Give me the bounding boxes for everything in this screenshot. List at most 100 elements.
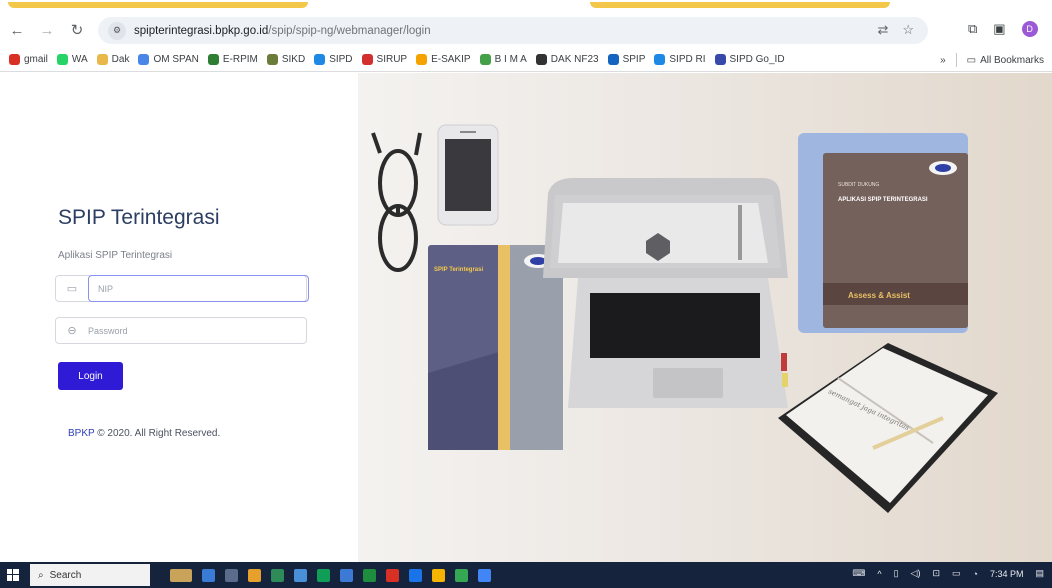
taskbar-app-icon[interactable] — [317, 568, 330, 582]
taskbar-app-icon[interactable] — [478, 568, 491, 582]
id-card-icon: ▭ — [66, 283, 78, 295]
bima-icon — [479, 54, 491, 65]
address-bar[interactable]: ⚙ spipterintegrasi.bpkp.go.id/spip/spip-… — [98, 17, 928, 44]
eyeglasses-icon — [371, 132, 422, 272]
bookmark-item[interactable]: DAK NF23 — [535, 54, 599, 65]
notification-icon[interactable]: ▤ — [1035, 568, 1044, 579]
taskbar-app-icon[interactable] — [340, 568, 353, 582]
laptop-icon — [543, 178, 788, 408]
bookmark-item[interactable]: SIPD Go_ID — [714, 54, 785, 65]
display-icon[interactable]: ▭ — [952, 568, 961, 579]
hero-illustration: SPIP Terintegrasi SUBDIT DUKUNG APLIKASI… — [358, 73, 1052, 562]
bookmark-item[interactable]: SPIP — [607, 54, 646, 65]
bookmark-item[interactable]: SIKD — [266, 54, 306, 65]
bookmark-item[interactable]: Dak — [96, 54, 130, 65]
gmail-icon — [9, 54, 20, 65]
bookmark-label: OM SPAN — [153, 54, 199, 65]
taskbar-search[interactable]: ⌕ Search — [30, 564, 150, 586]
bookmark-item[interactable]: SIPD RI — [654, 54, 706, 65]
taskbar-app-icon[interactable] — [432, 568, 445, 582]
folder-icon: ▭ — [966, 54, 977, 66]
taskbar-app-icon[interactable] — [271, 568, 284, 582]
battery-icon[interactable]: ▯ — [894, 568, 899, 579]
bookmark-label: E-RPIM — [222, 54, 258, 65]
bookmark-label: SPIP — [622, 54, 646, 65]
network-icon[interactable]: ⊡ — [932, 568, 940, 579]
taskbar-app-icon[interactable] — [170, 568, 192, 582]
chevron-up-icon[interactable]: ^ — [877, 569, 881, 579]
sipdgo-icon — [714, 54, 726, 65]
taskbar-app-icon[interactable] — [225, 568, 238, 582]
login-panel: SPIP Terintegrasi Aplikasi SPIP Terinteg… — [0, 73, 358, 562]
bookmark-label: gmail — [24, 54, 48, 65]
bookmark-label: SIKD — [281, 54, 306, 65]
windows-start-icon[interactable] — [0, 562, 26, 588]
bookmark-label: SIPD RI — [669, 54, 706, 65]
bookmark-item[interactable]: WA — [56, 54, 88, 65]
book-right: SUBDIT DUKUNG APLIKASI SPIP TERINTEGRASI… — [798, 133, 968, 333]
extensions-icon[interactable]: ⧉ — [968, 21, 977, 37]
bookmarks-overflow-icon[interactable]: » — [940, 55, 946, 66]
taskbar-app-icon[interactable] — [455, 568, 468, 582]
nip-input[interactable] — [98, 283, 298, 294]
bookmark-item[interactable]: OM SPAN — [138, 54, 199, 65]
clock[interactable]: 7:34 PM — [990, 569, 1024, 579]
url-text: spipterintegrasi.bpkp.go.id/spip/spip-ng… — [134, 25, 431, 37]
omspan-icon — [138, 54, 150, 65]
bookmark-item[interactable]: E-SAKIP — [416, 54, 471, 65]
tab-strip — [0, 0, 1052, 12]
taskbar-app-icon[interactable] — [386, 568, 399, 582]
esakip-icon — [416, 54, 428, 65]
book-right-title: APLIKASI SPIP TERINTEGRASI — [838, 197, 928, 203]
wifi-icon[interactable]: ◔ — [973, 569, 978, 579]
password-field: ⊖ — [55, 317, 307, 344]
keyboard-icon[interactable]: ⌨ — [852, 568, 865, 579]
taskbar-apps — [170, 568, 491, 582]
taskbar-app-icon[interactable] — [202, 568, 215, 582]
lock-icon: ⊖ — [67, 325, 77, 337]
bookmark-label: SIPD Go_ID — [729, 54, 785, 65]
taskbar-app-icon[interactable] — [294, 568, 307, 582]
url-domain: spipterintegrasi.bpkp.go.id — [134, 24, 269, 37]
sipdri-icon — [654, 54, 666, 65]
taskbar-app-icon[interactable] — [248, 568, 261, 582]
sirup-icon — [361, 54, 373, 65]
reload-icon[interactable]: ↻ — [64, 17, 90, 43]
copyright-body: © 2020. All Right Reserved. — [94, 428, 221, 439]
volume-icon[interactable]: ◁) — [911, 568, 921, 579]
all-bookmarks[interactable]: All Bookmarks — [980, 55, 1044, 66]
bookmark-label: E-SAKIP — [431, 54, 471, 65]
bookmark-item[interactable]: gmail — [9, 54, 48, 65]
copyright-brand[interactable]: BPKP — [68, 428, 95, 439]
password-input[interactable] — [88, 325, 288, 336]
page-title: SPIP Terintegrasi — [58, 206, 220, 229]
bookmark-label: WA — [71, 54, 88, 65]
book-right-banner: Assess & Assist — [848, 291, 910, 300]
bookmark-label: DAK NF23 — [550, 54, 599, 65]
bookmark-label: B I M A — [494, 54, 527, 65]
tune-icon[interactable]: ⚙ — [108, 21, 126, 40]
bookmark-item[interactable]: E-RPIM — [207, 54, 258, 65]
taskbar-app-icon[interactable] — [409, 568, 422, 582]
system-tray: ⌨ ^ ▯ ◁) ⊡ ▭ ◔ 7:34 PM ▤ — [852, 568, 1044, 579]
bookmark-item[interactable]: B I M A — [479, 54, 527, 65]
bookmark-item[interactable]: SIPD — [314, 54, 353, 65]
login-button[interactable]: Login — [58, 362, 123, 390]
book-left: SPIP Terintegrasi — [428, 245, 563, 450]
nip-input-box[interactable] — [88, 275, 309, 302]
forward-icon[interactable]: → — [34, 17, 60, 43]
bookmark-label: Dak — [111, 54, 130, 65]
dak-icon — [96, 54, 108, 65]
profile-avatar[interactable]: D — [1021, 21, 1038, 37]
translate-icon[interactable]: ⇄ — [877, 22, 888, 38]
sidepanel-icon[interactable]: ▣ — [993, 21, 1005, 37]
spip-icon — [607, 54, 619, 65]
bookmark-item[interactable]: SIRUP — [361, 54, 407, 65]
bookmarks-bar: gmail WA Dak OM SPAN E-RPIM SIKD SIPD SIRUP E-SA… — [0, 48, 1052, 72]
taskbar-search-label: Search — [49, 569, 82, 581]
smartphone-icon — [437, 124, 499, 226]
back-icon[interactable]: ← — [4, 17, 30, 43]
taskbar-app-icon[interactable] — [363, 568, 376, 582]
url-path: /spip/spip-ng/webmanager/login — [268, 24, 431, 37]
star-icon[interactable]: ☆ — [902, 22, 914, 38]
